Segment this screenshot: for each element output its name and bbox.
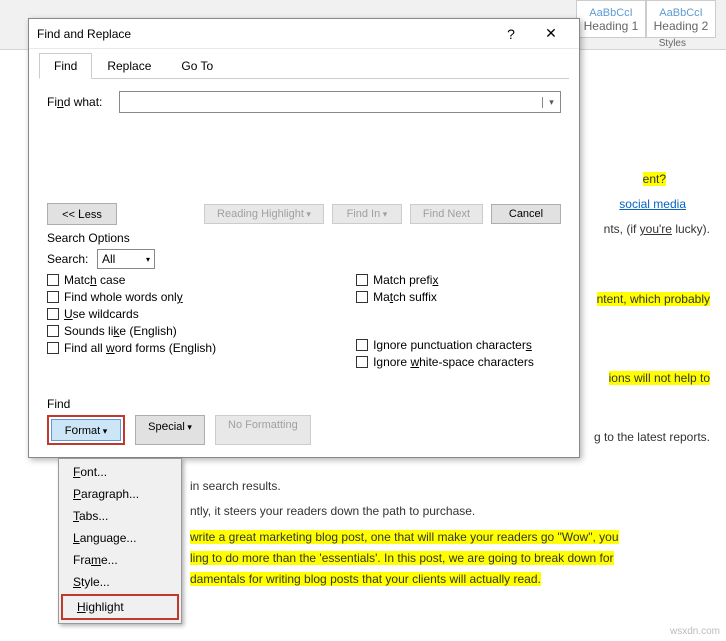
cancel-button[interactable]: Cancel xyxy=(491,204,561,224)
menu-frame[interactable]: Frame... xyxy=(59,549,181,571)
doc-highlight: ling to do more than the 'essentials'. I… xyxy=(190,551,614,565)
style-heading-1[interactable]: AaBbCcI Heading 1 xyxy=(576,0,646,38)
tab-replace[interactable]: Replace xyxy=(92,53,166,79)
search-options-header: Search Options xyxy=(47,231,561,245)
doc-text: ent? xyxy=(643,172,666,186)
chevron-down-icon: ▾ xyxy=(146,255,150,264)
styles-gallery[interactable]: AaBbCcI Heading 1 AaBbCcI Heading 2 xyxy=(576,0,716,38)
doc-text: ntly, it steers your readers down the pa… xyxy=(190,504,475,518)
menu-highlight[interactable]: Highlight xyxy=(63,596,177,618)
help-button[interactable]: ? xyxy=(491,26,531,42)
no-formatting-button: No Formatting xyxy=(215,415,311,445)
doc-link[interactable]: social media xyxy=(619,197,686,211)
find-next-button: Find Next xyxy=(410,204,483,224)
doc-highlight: ntent, which probably xyxy=(597,292,710,306)
check-ignore-whitespace[interactable]: Ignore white-space characters xyxy=(356,355,534,369)
styles-group-label: Styles xyxy=(659,38,686,49)
tab-goto[interactable]: Go To xyxy=(166,53,228,79)
doc-highlight: write a great marketing blog post, one t… xyxy=(190,530,619,544)
format-dropdown-menu: Font... Paragraph... Tabs... Language...… xyxy=(58,458,182,624)
doc-text: g to the latest reports. xyxy=(594,430,710,444)
check-wildcards[interactable]: Use wildcards xyxy=(47,307,216,321)
close-button[interactable]: ✕ xyxy=(531,25,571,42)
tab-find[interactable]: Find xyxy=(39,53,92,79)
check-match-suffix[interactable]: Match suffix xyxy=(356,290,534,304)
menu-font[interactable]: Font... xyxy=(59,461,181,483)
less-button[interactable]: << Less xyxy=(47,203,117,225)
find-section-label: Find xyxy=(47,397,311,411)
check-match-case[interactable]: Match case xyxy=(47,273,216,287)
check-whole-words[interactable]: Find whole words only xyxy=(47,290,216,304)
menu-paragraph[interactable]: Paragraph... xyxy=(59,483,181,505)
doc-highlight: damentals for writing blog posts that yo… xyxy=(190,572,541,586)
search-direction-select[interactable]: All ▾ xyxy=(97,249,155,269)
check-word-forms[interactable]: Find all word forms (English) xyxy=(47,341,216,355)
menu-style[interactable]: Style... xyxy=(59,571,181,593)
search-direction-label: Search: xyxy=(47,252,97,266)
find-in-button: Find In xyxy=(332,204,402,224)
special-button[interactable]: Special xyxy=(135,415,205,445)
format-button[interactable]: Format xyxy=(51,419,121,441)
check-sounds-like[interactable]: Sounds like (English) xyxy=(47,324,216,338)
reading-highlight-button: Reading Highlight xyxy=(204,204,324,224)
style-heading-2[interactable]: AaBbCcI Heading 2 xyxy=(646,0,716,38)
check-ignore-punctuation[interactable]: Ignore punctuation characters xyxy=(356,338,534,352)
find-what-label: Find what: xyxy=(47,95,119,109)
dropdown-arrow-icon[interactable]: ▾ xyxy=(542,97,560,108)
dialog-title: Find and Replace xyxy=(37,27,491,41)
dialog-titlebar[interactable]: Find and Replace ? ✕ xyxy=(29,19,579,49)
menu-language[interactable]: Language... xyxy=(59,527,181,549)
doc-highlight: ions will not help to xyxy=(609,371,710,385)
watermark: wsxdn.com xyxy=(670,626,720,637)
format-button-highlight-box: Format xyxy=(47,415,125,445)
find-replace-dialog: Find and Replace ? ✕ Find Replace Go To … xyxy=(28,18,580,458)
doc-text: in search results. xyxy=(190,479,281,493)
dialog-tabs: Find Replace Go To xyxy=(29,49,579,79)
menu-tabs[interactable]: Tabs... xyxy=(59,505,181,527)
check-match-prefix[interactable]: Match prefix xyxy=(356,273,534,287)
highlight-annotation-box: Highlight xyxy=(61,594,179,620)
find-what-input[interactable]: ▾ xyxy=(119,91,561,113)
